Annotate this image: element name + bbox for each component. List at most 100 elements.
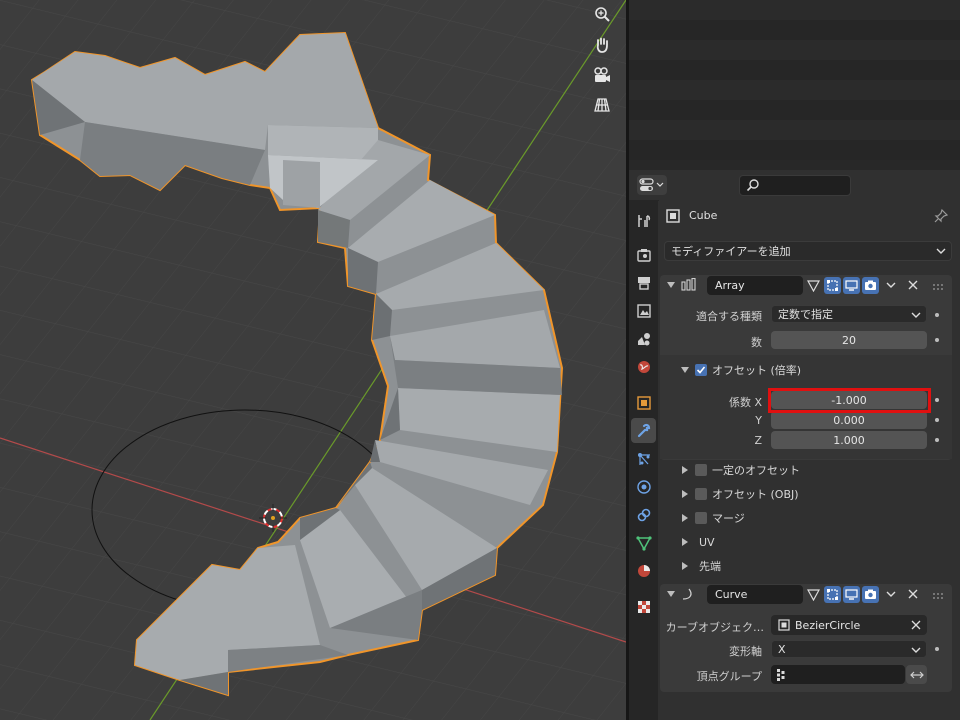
properties-header [629,170,960,201]
realtime-display-icon[interactable] [843,277,860,294]
caps-header[interactable]: 先端 [680,556,721,576]
expand-arrow-icon [682,514,688,522]
merge-checkbox[interactable] [695,512,707,524]
factor-x-highlight-box [768,388,931,413]
hand-pan-icon[interactable] [590,33,614,57]
drag-handle-icon[interactable] [932,590,944,603]
texture-tab-icon[interactable] [631,594,656,619]
material-tab-icon[interactable] [631,558,656,583]
chevron-down-icon [936,248,946,254]
expand-arrow-icon [682,466,688,474]
animate-property-dot[interactable] [935,438,939,442]
render-camera-icon[interactable] [862,277,879,294]
fit-type-label: 適合する種類 [696,310,762,323]
add-modifier-button[interactable]: モディファイアーを追加 [664,241,952,261]
tool-tab-icon[interactable] [631,208,656,233]
modifier-tab-icon[interactable] [631,418,656,443]
vertex-group-label: 頂点グループ [696,670,762,683]
camera-icon[interactable] [590,63,614,87]
physics-tab-icon[interactable] [631,474,656,499]
scene-canvas [0,0,626,720]
outliner-row[interactable] [629,60,960,80]
modifier-menu-chevron-icon[interactable] [885,588,897,603]
merge-label: マージ [712,512,745,525]
constant-offset-header[interactable]: 一定のオフセット [680,460,800,480]
caps-label: 先端 [699,560,721,573]
fit-type-value: 定数で指定 [778,308,833,321]
render-tab-icon[interactable] [631,242,656,267]
chevron-down-icon [911,312,921,318]
factor-y-field[interactable]: 0.000 [771,411,927,429]
animate-property-dot[interactable] [935,338,939,342]
render-camera-icon[interactable] [862,586,879,603]
output-tab-icon[interactable] [631,270,656,295]
outliner[interactable] [629,0,960,170]
animate-property-dot[interactable] [935,313,939,317]
properties-editor-icon [639,178,664,191]
outliner-row[interactable] [629,80,960,100]
animate-property-dot[interactable] [935,647,939,651]
world-tab-icon[interactable] [631,354,656,379]
animate-property-dot[interactable] [935,418,939,422]
merge-header[interactable]: マージ [680,508,745,528]
scene-tab-icon[interactable] [631,326,656,351]
expand-arrow-icon [682,562,688,570]
edit-cage-icon[interactable] [805,586,822,603]
search-input[interactable] [739,175,851,196]
fit-type-select[interactable]: 定数で指定 [771,305,927,323]
curve-object-field[interactable]: BezierCircle [771,615,927,635]
outliner-row[interactable] [629,100,960,120]
uv-header[interactable]: UV [680,532,715,552]
zoom-icon[interactable] [590,3,614,27]
factor-z-field[interactable]: 1.000 [771,431,927,449]
curve-modifier-icon [681,587,697,604]
edit-mode-toggle-icon[interactable] [824,277,841,294]
outliner-row[interactable] [629,120,960,140]
outliner-row[interactable] [629,140,960,160]
editor-type-button[interactable] [637,175,667,195]
expand-arrow-icon [681,367,689,373]
3d-viewport[interactable] [0,0,626,720]
outliner-row[interactable] [629,0,960,20]
relative-offset-header[interactable]: オフセット (倍率) [680,360,801,380]
deform-axis-label: 変形軸 [729,645,762,658]
remove-modifier-close-icon[interactable] [907,279,919,294]
data-tab-icon[interactable] [631,530,656,555]
curve-object-label: カーブオブジェク… [665,621,764,634]
constant-offset-checkbox[interactable] [695,464,707,476]
properties-editor: Cube モディファイアーを追加 Array 適合する種類 定数で指定 数 20… [629,170,960,720]
drag-handle-icon[interactable] [932,281,944,294]
object-tab-icon[interactable] [631,390,656,415]
collapse-arrow-icon[interactable] [666,279,676,294]
remove-modifier-close-icon[interactable] [907,588,919,603]
constraints-tab-icon[interactable] [631,502,656,527]
deform-axis-select[interactable]: X [771,640,927,658]
perspective-grid-icon[interactable] [590,93,614,117]
factor-x-label: 係数 X [728,396,762,409]
particles-tab-icon[interactable] [631,446,656,471]
chevron-down-icon [911,647,921,653]
relative-offset-checkbox[interactable] [695,364,707,376]
clear-field-close-icon[interactable] [911,620,921,630]
count-field[interactable]: 20 [771,331,927,349]
object-offset-label: オフセット (OBJ) [712,488,799,501]
properties-tabs [629,200,658,720]
collapse-arrow-icon[interactable] [666,588,676,603]
edit-mode-toggle-icon[interactable] [824,586,841,603]
view-layer-tab-icon[interactable] [631,298,656,323]
realtime-display-icon[interactable] [843,586,860,603]
curve-modifier-name-field[interactable]: Curve [707,585,803,604]
object-offset-header[interactable]: オフセット (OBJ) [680,484,799,504]
array-modifier-name-field[interactable]: Array [707,276,803,295]
pin-icon[interactable] [933,208,949,227]
edit-cage-icon[interactable] [805,277,822,294]
modifier-menu-chevron-icon[interactable] [885,279,897,294]
outliner-row[interactable] [629,20,960,40]
constant-offset-label: 一定のオフセット [712,464,800,477]
modifier-properties: Cube モディファイアーを追加 Array 適合する種類 定数で指定 数 20… [659,200,960,720]
vertex-group-field[interactable] [771,665,905,684]
invert-vertex-group-button[interactable] [906,665,927,684]
object-offset-checkbox[interactable] [695,488,707,500]
outliner-row[interactable] [629,40,960,60]
animate-property-dot[interactable] [935,398,939,402]
